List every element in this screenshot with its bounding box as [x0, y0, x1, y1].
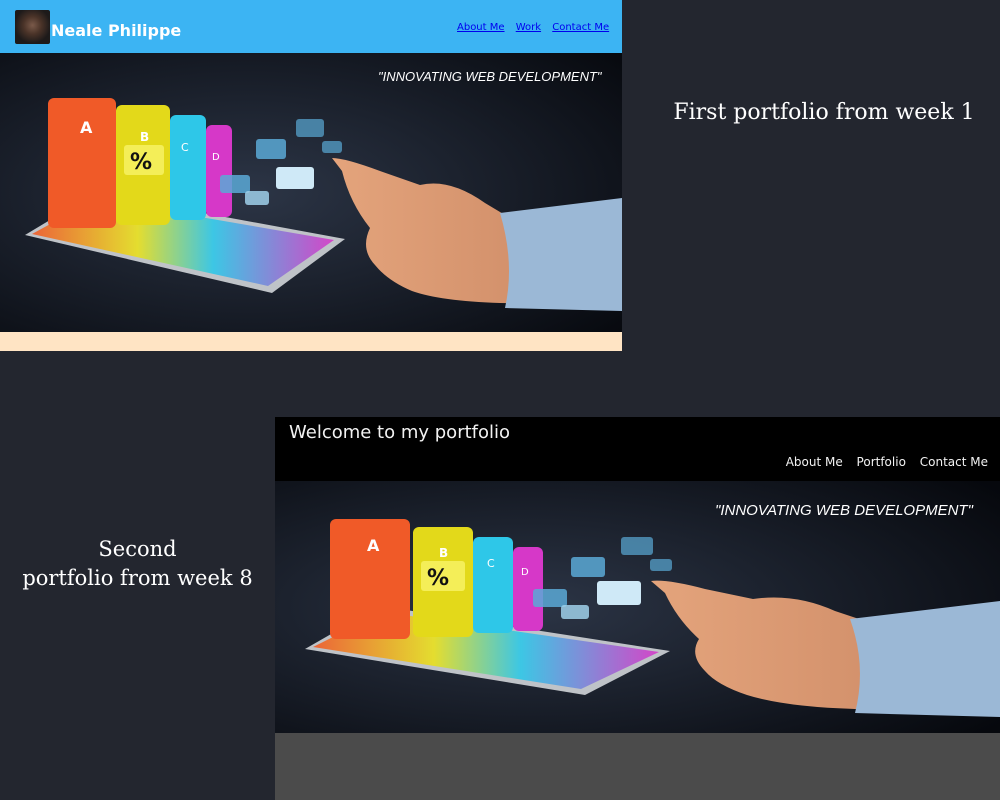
caption-second-line-2: portfolio from week 8 — [22, 566, 253, 590]
brand-name: Neale Philippe — [51, 21, 182, 40]
tile-d-label: D — [212, 152, 220, 163]
tile-c-label: C — [181, 141, 189, 154]
nav-link-contact-me[interactable]: Contact Me — [552, 22, 609, 33]
portfolio-two-screenshot: Welcome to my portfolio About Me Portfol… — [275, 417, 1000, 800]
avatar — [15, 10, 50, 44]
caption-second-portfolio: Second portfolio from week 8 — [0, 535, 275, 593]
hero-image: A B C D % "INNOVATING WEB DEVELOPMENT" — [0, 53, 622, 332]
nav-links: About Me Portfolio Contact Me — [776, 455, 988, 469]
page-title: Welcome to my portfolio — [289, 422, 511, 443]
tile-b-label: B — [439, 546, 448, 560]
hero-tagline: "INNOVATING WEB DEVELOPMENT" — [378, 69, 603, 84]
nav-link-work[interactable]: Work — [516, 22, 541, 33]
caption-first-portfolio: First portfolio from week 1 — [673, 100, 975, 125]
hero-image: A B C D % "INNOVATING WEB DEVELOPMENT" — [275, 481, 1000, 733]
tile-b-label: B — [140, 130, 149, 144]
caption-second-line-1: Second — [98, 537, 177, 561]
nav-links: About Me Work Contact Me — [457, 22, 617, 33]
nav-link-contact-me[interactable]: Contact Me — [920, 455, 988, 469]
hero-tagline: "INNOVATING WEB DEVELOPMENT" — [715, 502, 974, 519]
portfolio-one-navbar: Neale Philippe About Me Work Contact Me — [0, 0, 622, 53]
percent-icon: % — [130, 150, 152, 175]
nav-link-about-me[interactable]: About Me — [786, 455, 843, 469]
nav-link-about-me[interactable]: About Me — [457, 22, 505, 33]
percent-icon: % — [427, 566, 449, 591]
portfolio-one-screenshot: Neale Philippe About Me Work Contact Me — [0, 0, 622, 351]
tile-a-label: A — [367, 536, 380, 555]
tile-d-label: D — [521, 567, 529, 578]
portfolio-two-header: Welcome to my portfolio About Me Portfol… — [275, 417, 1000, 481]
tile-a-label: A — [80, 118, 93, 137]
tile-c-label: C — [487, 557, 495, 570]
nav-link-portfolio[interactable]: Portfolio — [857, 455, 906, 469]
